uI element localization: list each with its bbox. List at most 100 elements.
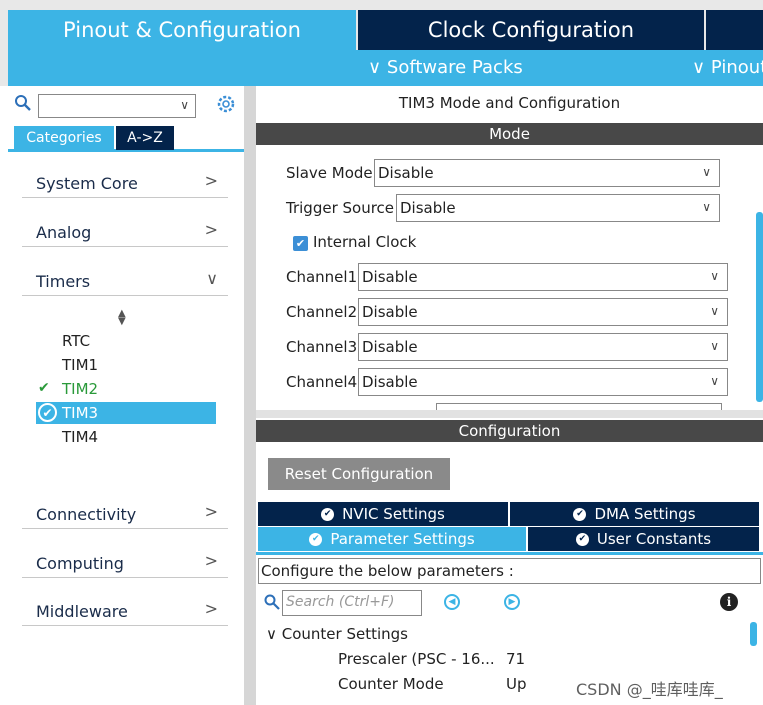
checkmark-icon: ✔	[38, 380, 50, 396]
select-value: Disable	[362, 338, 418, 356]
param-name-prescaler: Prescaler (PSC - 16...	[338, 650, 495, 668]
list-item-rtc[interactable]: RTC	[36, 330, 216, 352]
sidebar-item-timers[interactable]: Timers ∨	[22, 266, 228, 296]
tab-a-z-label: A->Z	[127, 130, 163, 146]
category-search-input[interactable]: ∨	[38, 94, 196, 118]
sidebar-item-label: Connectivity	[36, 505, 137, 524]
tab-label: User Constants	[596, 530, 712, 548]
tab-pinout-label: Pinout & Configuration	[63, 18, 301, 42]
tab-nvic-settings[interactable]: ✔ NVIC Settings	[258, 502, 508, 526]
check-circle-icon: ✔	[575, 532, 589, 546]
sidebar-item-middleware[interactable]: Middleware >	[22, 596, 228, 626]
sidebar-item-label: Timers	[36, 272, 91, 291]
gear-icon[interactable]	[216, 94, 236, 114]
chevron-down-icon: ∨	[710, 269, 719, 283]
channel4-select[interactable]: Disable ∨	[358, 368, 728, 396]
chevron-down-icon[interactable]: ∨	[180, 98, 189, 112]
pinout-menu[interactable]: ∨ Pinout	[692, 57, 763, 78]
channel1-select[interactable]: Disable ∨	[358, 263, 728, 291]
tab-underline	[256, 552, 763, 555]
slave-mode-select[interactable]: Disable ∨	[374, 159, 720, 187]
tab-categories[interactable]: Categories	[14, 126, 114, 150]
channel1-label: Channel1	[286, 268, 358, 286]
category-search-row: ∨	[8, 92, 244, 118]
chevron-down-icon: ∨	[710, 339, 719, 353]
chevron-down-icon: ∨	[206, 269, 218, 288]
tab-clock-label: Clock Configuration	[427, 18, 635, 42]
sidebar-item-label: Middleware	[36, 602, 128, 621]
list-item-tim3[interactable]: ✔ TIM3	[36, 402, 216, 424]
sidebar-item-label: Computing	[36, 554, 124, 573]
search-placeholder: Search (Ctrl+F)	[286, 594, 395, 610]
list-item-label: TIM3	[62, 404, 99, 422]
parameter-scrollbar[interactable]	[750, 622, 757, 646]
tab-label: NVIC Settings	[342, 505, 445, 523]
reset-configuration-label: Reset Configuration	[284, 465, 434, 483]
search-icon[interactable]	[14, 94, 32, 112]
tab-categories-label: Categories	[26, 130, 102, 146]
param-value-counter-mode[interactable]: Up	[506, 675, 527, 693]
sidebar-item-connectivity[interactable]: Connectivity >	[22, 499, 228, 529]
left-panel: ∨ Categories A->Z System Core > Analog > T…	[8, 86, 244, 705]
mode-section-header: Mode	[256, 123, 763, 145]
slave-mode-label: Slave Mode	[286, 164, 373, 182]
channel4-label: Channel4	[286, 373, 358, 391]
chevron-down-icon: ∨	[702, 165, 711, 179]
chevron-right-icon: >	[204, 171, 218, 190]
group-label: Counter Settings	[281, 625, 408, 643]
list-item-label: RTC	[62, 332, 91, 350]
list-item-label: TIM2	[62, 380, 99, 398]
tab-pinout-configuration[interactable]: Pinout & Configuration	[8, 10, 356, 50]
top-bar: Pinout & Configuration Clock Configurati…	[0, 0, 763, 86]
category-tabs: Categories A->Z	[8, 126, 244, 152]
select-value: Disable	[362, 303, 418, 321]
param-value-prescaler[interactable]: 71	[506, 650, 525, 668]
search-icon	[264, 594, 280, 610]
tab-label: DMA Settings	[594, 505, 696, 523]
chevron-right-icon: >	[204, 599, 218, 618]
previous-icon[interactable]: ◀	[444, 594, 460, 610]
tab-parameter-settings[interactable]: ✔ Parameter Settings	[258, 527, 526, 551]
list-item-label: TIM4	[62, 428, 99, 446]
counter-settings-group[interactable]: ∨ Counter Settings	[266, 625, 408, 643]
pinout-menu-label: Pinout	[710, 57, 763, 78]
tab-dma-settings[interactable]: ✔ DMA Settings	[510, 502, 759, 526]
info-icon[interactable]: i	[720, 593, 738, 611]
check-circle-icon: ✔	[38, 403, 57, 422]
channel3-label: Channel3	[286, 338, 358, 356]
partial-select[interactable]	[436, 403, 722, 410]
channel3-select[interactable]: Disable ∨	[358, 333, 728, 361]
mode-scrollbar[interactable]	[756, 212, 763, 402]
chevron-right-icon: >	[204, 220, 218, 239]
tab-label: Parameter Settings	[330, 530, 475, 548]
sidebar-item-analog[interactable]: Analog >	[22, 217, 228, 247]
reset-configuration-button[interactable]: Reset Configuration	[268, 458, 450, 490]
sidebar-item-system-core[interactable]: System Core >	[22, 168, 228, 198]
channel2-select[interactable]: Disable ∨	[358, 298, 728, 326]
chevron-down-icon: ∨	[710, 304, 719, 318]
panel-splitter[interactable]	[244, 86, 256, 705]
chevron-down-icon: ∨	[692, 57, 711, 78]
software-packs-menu[interactable]: ∨ Software Packs	[368, 57, 523, 78]
list-item-tim4[interactable]: TIM4	[36, 426, 216, 448]
list-item-label: TIM1	[62, 356, 99, 374]
internal-clock-checkbox[interactable]: ✔	[293, 236, 308, 251]
list-item-tim2[interactable]: ✔ TIM2	[36, 378, 216, 400]
tab-clock-configuration[interactable]: Clock Configuration	[358, 10, 704, 50]
configure-hint-text: Configure the below parameters :	[261, 562, 514, 580]
sort-icon[interactable]: ▲ ▼	[118, 309, 126, 327]
tab-overflow[interactable]	[706, 10, 763, 50]
tab-user-constants[interactable]: ✔ User Constants	[528, 527, 759, 551]
software-packs-label: Software Packs	[386, 57, 523, 78]
trigger-source-select[interactable]: Disable ∨	[396, 194, 720, 222]
sidebar-item-computing[interactable]: Computing >	[22, 548, 228, 578]
mode-panel: Slave Mode Disable ∨ Trigger Source Disab…	[256, 146, 763, 410]
splitter[interactable]	[256, 410, 763, 418]
list-item-tim1[interactable]: TIM1	[36, 354, 216, 376]
tab-a-z[interactable]: A->Z	[116, 126, 174, 150]
select-value: Disable	[400, 199, 456, 217]
param-name-counter-mode: Counter Mode	[338, 675, 444, 693]
configuration-section-header: Configuration	[256, 420, 763, 442]
next-icon[interactable]: ▶	[504, 594, 520, 610]
parameter-search-input[interactable]: Search (Ctrl+F)	[282, 590, 422, 616]
